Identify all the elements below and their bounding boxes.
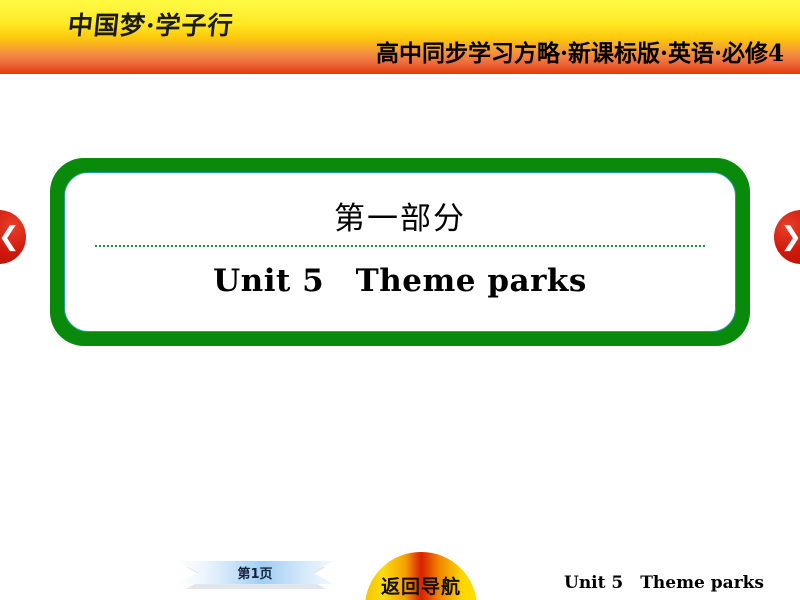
title-panel: 第一部分 Unit 5 Theme parks (50, 158, 750, 346)
chevron-right-icon: ❯ (780, 222, 800, 252)
page-number-label: 第1页 (237, 567, 273, 582)
page-number-ribbon: 第1页 (176, 561, 334, 589)
part-title: 第一部分 (334, 201, 466, 238)
footer-unit-label: Unit 5 Theme parks (564, 573, 764, 593)
return-to-navigation-label: 返回导航 (380, 576, 461, 598)
title-divider (95, 244, 705, 247)
next-slide-button[interactable]: ❯ (774, 210, 800, 264)
title-panel-inner: 第一部分 Unit 5 Theme parks (64, 172, 736, 332)
header-title: 高中同步学习方略·新课标版·英语·必修4 (375, 40, 784, 67)
chevron-left-icon: ❮ (0, 222, 20, 252)
unit-title: Unit 5 Theme parks (213, 262, 587, 299)
slide-root: 中国梦·学子行 高中同步学习方略·新课标版·英语·必修4 ❮ ❯ 第一部分 Un… (0, 0, 800, 600)
header-banner: 中国梦·学子行 高中同步学习方略·新课标版·英语·必修4 (0, 0, 800, 74)
return-to-navigation-button[interactable]: 返回导航 (365, 552, 477, 600)
previous-slide-button[interactable]: ❮ (0, 210, 26, 264)
brand-logo: 中国梦·学子行 (66, 11, 236, 40)
